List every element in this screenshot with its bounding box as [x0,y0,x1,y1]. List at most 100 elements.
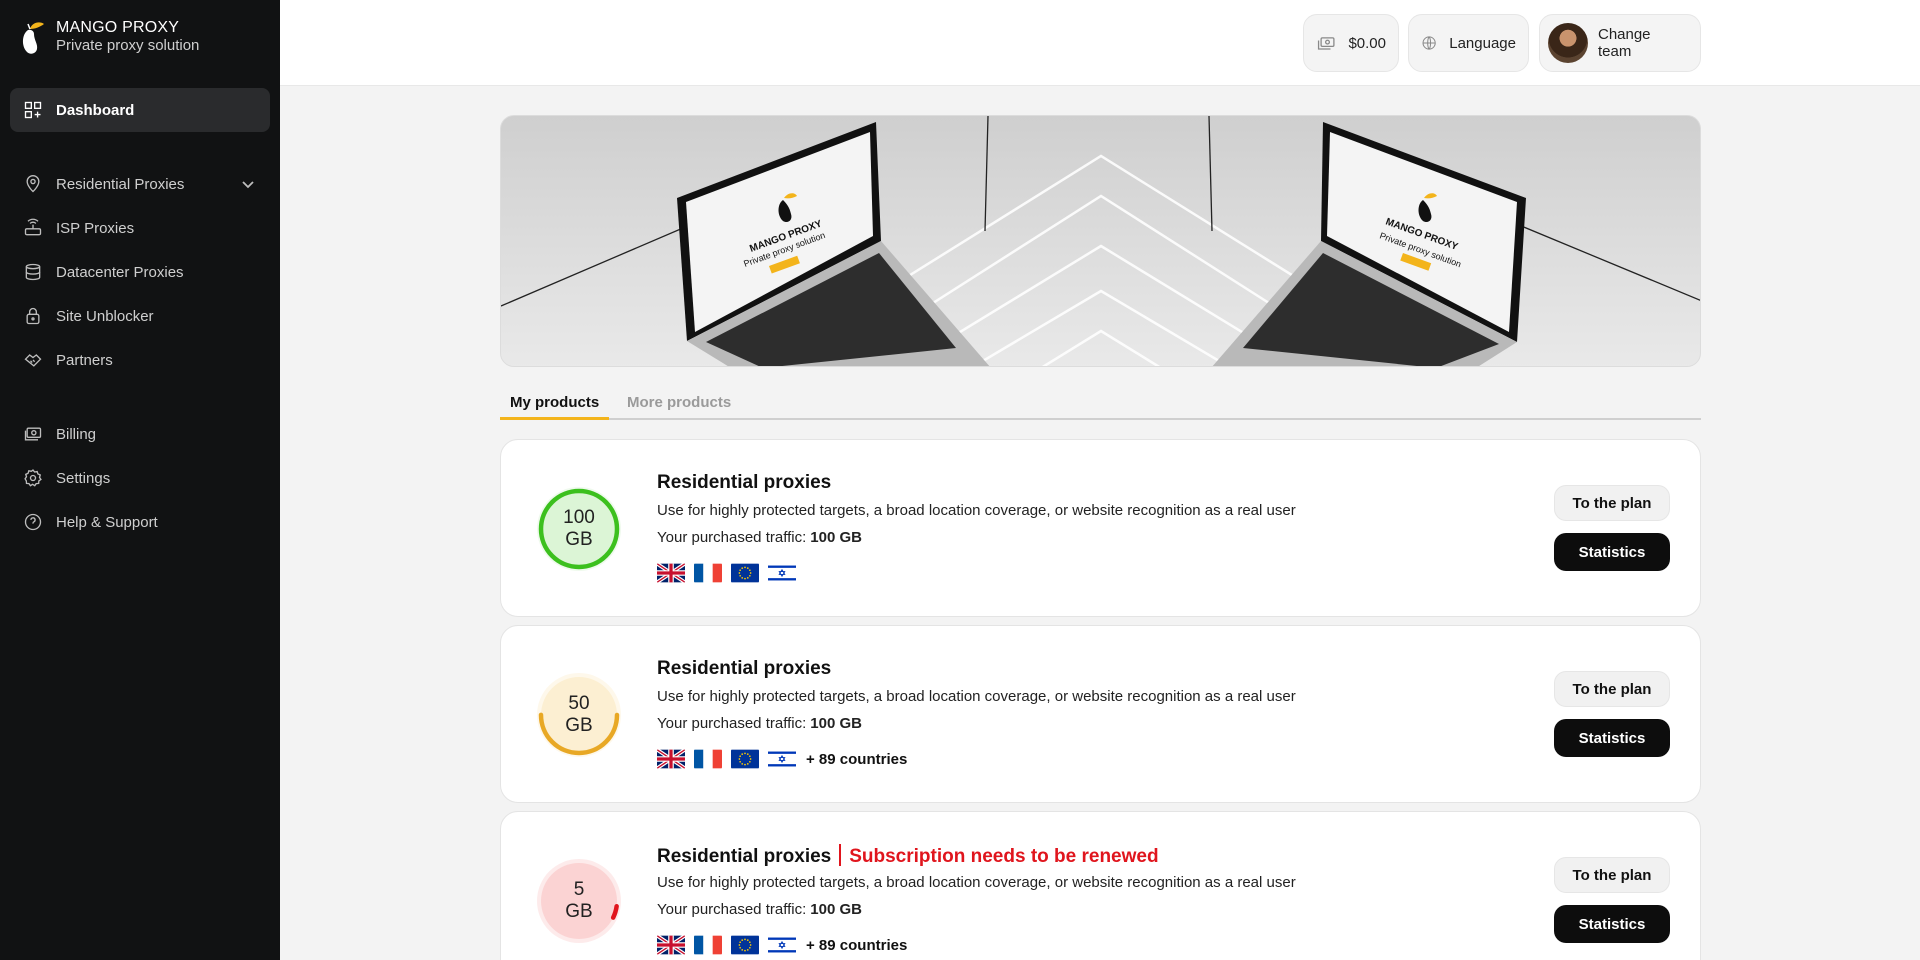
help-icon [22,511,44,533]
change-team-label: Change team [1597,26,1651,60]
product-description: Use for highly protected targets, a broa… [657,502,1296,519]
to-the-plan-button[interactable]: To the plan [1554,485,1670,521]
wallet-icon [1317,37,1335,50]
product-title: Residential proxies [657,658,831,680]
product-title: Residential proxies [657,472,831,494]
uk-flag-icon [657,935,685,955]
sidebar-item-datacenter-proxies[interactable]: Datacenter Proxies [10,250,270,294]
sidebar: MANGO PROXY Private proxy solution Dashb… [0,0,280,960]
product-tabs: My products More products [500,392,1701,420]
sidebar-item-label: Partners [56,351,113,369]
money-icon [22,423,44,445]
sidebar-item-label: Residential Proxies [56,175,185,193]
title-divider [839,844,842,866]
purchased-traffic-value: 100 GB [810,529,862,546]
language-button[interactable]: Language [1408,14,1529,72]
sidebar-item-label: Settings [56,469,111,487]
sidebar-item-dashboard[interactable]: Dashboard [10,88,270,132]
change-team-button[interactable]: Change team [1539,14,1701,72]
purchased-traffic-value: 100 GB [810,901,862,918]
product-card: 5 GB Residential proxies Subscription nee… [500,811,1701,960]
purchased-traffic-value: 100 GB [810,715,862,732]
purchased-traffic-label: Your purchased traffic: [657,715,807,732]
balance-value: $0.00 [1348,34,1386,52]
traffic-amount: 50 GB [535,671,623,759]
traffic-amount-value: 5 [573,879,585,900]
sidebar-item-settings[interactable]: Settings [10,456,270,500]
sidebar-item-label: Help & Support [56,513,158,531]
sidebar-item-label: Datacenter Proxies [56,263,184,281]
globe-icon [1422,36,1436,50]
purchased-traffic: Your purchased traffic: 100 GB [657,901,862,918]
to-the-plan-button[interactable]: To the plan [1554,671,1670,707]
sidebar-item-label: ISP Proxies [56,219,135,237]
sidebar-item-site-unblocker[interactable]: Site Unblocker [10,294,270,338]
statistics-button[interactable]: Statistics [1554,719,1670,757]
handshake-icon [22,349,44,371]
mango-logo-icon [22,22,44,54]
purchased-traffic-label: Your purchased traffic: [657,901,807,918]
traffic-amount-unit: GB [565,901,593,922]
eu-flag-icon [731,749,759,769]
statistics-button[interactable]: Statistics [1554,905,1670,943]
lock-icon [22,305,44,327]
israel-flag-icon [768,563,796,583]
more-countries[interactable]: + 89 countries [806,751,907,768]
gear-icon [22,467,44,489]
more-countries[interactable]: + 89 countries [806,937,907,954]
traffic-amount-unit: GB [565,715,593,736]
sidebar-item-label: Dashboard [56,101,135,119]
traffic-amount-value: 100 [563,507,595,528]
sidebar-item-help-support[interactable]: Help & Support [10,500,270,544]
tab-more-products[interactable]: More products [617,392,741,420]
product-title-text: Residential proxies [657,846,832,867]
product-card: 100 GB Residential proxies Use for highl… [500,439,1701,617]
uk-flag-icon [657,749,685,769]
renewal-warning: Subscription needs to be renewed [849,846,1159,867]
product-description: Use for highly protected targets, a broa… [657,688,1296,705]
sidebar-item-isp-proxies[interactable]: ISP Proxies [10,206,270,250]
uk-flag-icon [657,563,685,583]
location-pin-icon [22,173,44,195]
traffic-amount-value: 50 [568,693,590,714]
tab-my-products[interactable]: My products [500,392,610,420]
balance-button[interactable]: $0.00 [1303,14,1399,72]
promo-banner: MANGO PROXY Private proxy solution MANGO… [500,115,1701,367]
sidebar-item-partners[interactable]: Partners [10,338,270,382]
topbar: $0.00 Language Change team [280,0,1920,86]
language-label: Language [1449,34,1516,52]
product-card: 50 GB Residential proxies Use for highly… [500,625,1701,803]
brand-tagline: Private proxy solution [56,37,200,54]
purchased-traffic: Your purchased traffic: 100 GB [657,715,862,732]
france-flag-icon [694,749,722,769]
purchased-traffic: Your purchased traffic: 100 GB [657,529,862,546]
router-icon [22,217,44,239]
country-flags: + 89 countries [657,935,907,955]
traffic-amount: 5 GB [535,857,623,945]
brand-name: MANGO PROXY [56,19,180,36]
product-title: Residential proxies Subscription needs to… [657,844,1159,868]
country-flags [657,563,805,583]
product-title-text: Residential proxies [657,658,832,679]
country-flags: + 89 countries [657,749,907,769]
purchased-traffic-label: Your purchased traffic: [657,529,807,546]
to-the-plan-button[interactable]: To the plan [1554,857,1670,893]
brand[interactable]: MANGO PROXY Private proxy solution [18,18,199,58]
product-title-text: Residential proxies [657,472,832,493]
statistics-button[interactable]: Statistics [1554,533,1670,571]
israel-flag-icon [768,749,796,769]
product-description: Use for highly protected targets, a broa… [657,874,1296,891]
sidebar-item-residential-proxies[interactable]: Residential Proxies [10,162,270,206]
sidebar-item-label: Billing [56,425,97,443]
traffic-amount: 100 GB [535,485,623,573]
avatar [1548,23,1588,63]
chevron-down-icon[interactable] [240,176,256,192]
israel-flag-icon [768,935,796,955]
eu-flag-icon [731,935,759,955]
sidebar-item-label: Site Unblocker [56,307,154,325]
france-flag-icon [694,935,722,955]
sidebar-item-billing[interactable]: Billing [10,412,270,456]
eu-flag-icon [731,563,759,583]
dashboard-icon [22,99,44,121]
banner-illustration: MANGO PROXY Private proxy solution MANGO… [501,116,1700,366]
